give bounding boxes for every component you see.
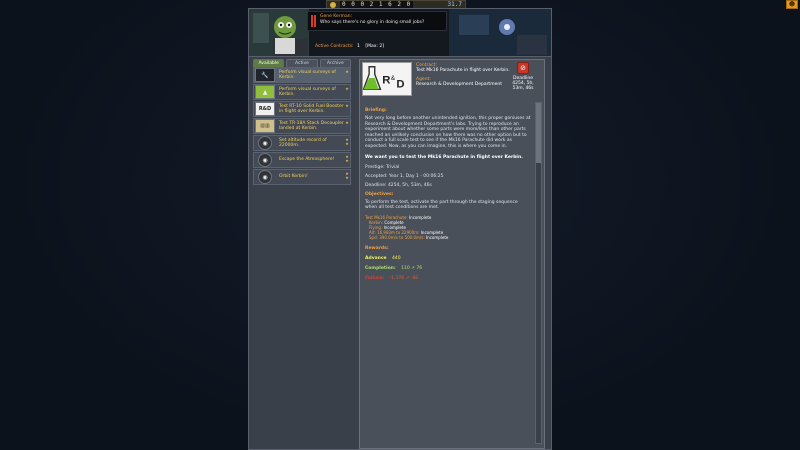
contract-item[interactable]: ◉ Set altitude record of 22000m. ★ ★ (253, 135, 351, 151)
prestige-icon: ★ ★ (345, 154, 349, 163)
wrench-icon: 🔧 (255, 68, 275, 82)
contract-tabs: Available Active Archive (253, 59, 351, 67)
rnd-icon: R&D (255, 102, 275, 116)
game-screen: 0 0 0 2 1 6 2 0 31.7 ☻ Gene Kerman: Who … (0, 0, 800, 450)
svg-text:R: R (382, 75, 390, 87)
prestige-icon: ★ (345, 120, 349, 125)
contract-item[interactable]: 🔧 Perform visual surveys of Kerbin. ★ (253, 67, 351, 83)
tab-archive[interactable]: Archive (319, 59, 351, 67)
contract-item-title: Escape the Atmosphere! (279, 157, 335, 163)
contract-item[interactable]: R&D Test RT-10 Solid Fuel Booster in fli… (253, 101, 351, 117)
deadline-row-value: 4254, 5h, 53m, 46s (387, 182, 432, 188)
mission-control-header: Gene Kerman: Who says there's no glory i… (249, 9, 551, 57)
kerbal-head-icon[interactable]: ☻ (786, 0, 798, 9)
contract-item[interactable]: ◉ Orbit Kerbin! ★ ★ (253, 169, 351, 185)
contract-name: Test Mk16 Parachute in flight over Kerbi… (416, 68, 510, 73)
active-contracts-max: [Max: 2] (365, 44, 384, 49)
deadline-row: Deadline: 4254, 5h, 53m, 46s (365, 183, 531, 188)
agent-name: Research & Development Department (416, 82, 502, 87)
detail-scrollbar[interactable] (535, 102, 542, 444)
rewards-heading: Rewards: (365, 245, 389, 251)
active-contracts-count: 1 (357, 44, 360, 49)
altitude-icon: ◉ (258, 136, 272, 150)
contract-item-title: Orbit Kerbin! (279, 174, 308, 180)
contract-item[interactable]: ◉ Escape the Atmosphere! ★ ★ (253, 152, 351, 168)
tab-active[interactable]: Active (286, 59, 318, 67)
objectives-heading: Objectives: (365, 191, 394, 197)
flame-icon: ▲ (255, 85, 275, 99)
decline-icon[interactable]: ⊘ (517, 62, 529, 74)
contract-list: 🔧 Perform visual surveys of Kerbin. ★ ▲ … (253, 67, 351, 186)
failure-value: -1,376 ↗ -88 (389, 275, 419, 281)
advance-label: Advance (365, 255, 387, 261)
speech-marker-icon (311, 15, 316, 27)
parameter-list: Test Mk16 Parachute: Incomplete Kerbin: … (365, 215, 531, 240)
tab-available[interactable]: Available (253, 59, 285, 67)
failure-row: Failure: -1,376 ↗ -88 (365, 276, 531, 281)
parameter-status: Incomplete (408, 214, 432, 220)
contract-item-title: Perform visual surveys of Kerbin. (279, 86, 336, 98)
prestige-icon: ★ ★ (345, 137, 349, 146)
speaker-quote: Who says there's no glory in doing small… (320, 20, 425, 25)
contract-lead: We want you to test the Mk16 Parachute i… (365, 155, 523, 160)
dialogue-box: Gene Kerman: Who says there's no glory i… (307, 11, 447, 31)
science-counter: 31.7 (447, 1, 462, 8)
failure-label: Failure: (365, 275, 385, 281)
prestige-icon: ★ ★ (345, 171, 349, 180)
prestige-icon: ★ (345, 103, 349, 108)
stack-icon: ▥▥ (255, 119, 275, 133)
contract-summary: Contract: Test Mk16 Parachute in flight … (416, 63, 516, 91)
advance-row: Advance 440 (365, 256, 531, 261)
speaker-name: Gene Kerman: (320, 14, 353, 19)
contract-item[interactable]: ▥▥ Test TR-18A Stack Decoupler landed at… (253, 118, 351, 134)
svg-text:&: & (391, 75, 396, 82)
deadline-value: 4254, 5h, 53m, 46s (512, 81, 534, 91)
parameter-label: Spd: 390.0m/s to 500.0m/s: (369, 234, 425, 240)
contract-item-title: Perform visual surveys of Kerbin. (279, 69, 336, 81)
objectives-text: To perform the test, activate the part t… (365, 199, 518, 211)
completion-label: Completion: (365, 265, 396, 271)
completion-value: 110 ↗ 76 (401, 265, 423, 271)
prestige-label: Prestige: (365, 164, 385, 170)
rnd-agency-logo: R & D (362, 62, 412, 96)
contract-item-title: Test RT-10 Solid Fuel Booster in flight … (279, 103, 344, 115)
parameter-item: Spd: 390.0m/s to 500.0m/s: Incomplete (365, 235, 531, 240)
funds-icon (330, 1, 336, 8)
accepted-row: Accepted: Year 1, Day 1 - 00:06:25 (365, 174, 531, 179)
contract-detail-panel: R & D Contract: Test Mk16 Parachute in f… (359, 59, 545, 449)
deadline-row-label: Deadline: (365, 182, 387, 188)
contract-item[interactable]: ▲ Perform visual surveys of Kerbin. ★ (253, 84, 351, 100)
contract-body: Briefing: Not very long before another u… (362, 102, 534, 448)
mission-control-window: Gene Kerman: Who says there's no glory i… (248, 8, 552, 450)
deadline-box: ⊘ Deadline 4254, 5h, 53m, 46s (506, 62, 540, 91)
parameter-status: Incomplete (425, 234, 449, 240)
contract-item-title: Set altitude record of 22000m. (279, 137, 327, 149)
briefing-text: Not very long before another unintended … (365, 116, 531, 149)
accepted-value: Year 1, Day 1 - 00:06:25 (388, 173, 444, 179)
rocket-icon: ◉ (258, 153, 272, 167)
prestige-icon: ★ (345, 86, 349, 91)
scrollbar-thumb[interactable] (536, 103, 541, 163)
advance-value: 440 (392, 255, 401, 261)
active-contracts-label: Active Contracts: (315, 44, 354, 49)
prestige-value: Trivial (386, 164, 400, 170)
accepted-label: Accepted: (365, 173, 388, 179)
briefing-heading: Briefing: (365, 108, 387, 113)
svg-text:D: D (396, 78, 404, 90)
prestige-icon: ★ (345, 69, 349, 74)
prestige-row: Prestige: Trivial (365, 165, 531, 170)
kerbal-avatar (274, 16, 296, 38)
contract-item-title: Test TR-18A Stack Decoupler landed at Ke… (279, 120, 344, 132)
funds-counter: 0 0 0 2 1 6 2 0 (340, 1, 414, 8)
active-contracts: Active Contracts: 1 [Max: 2] (315, 44, 384, 49)
orbit-icon: ◉ (258, 170, 272, 184)
completion-row: Completion: 110 ↗ 76 (365, 266, 531, 271)
